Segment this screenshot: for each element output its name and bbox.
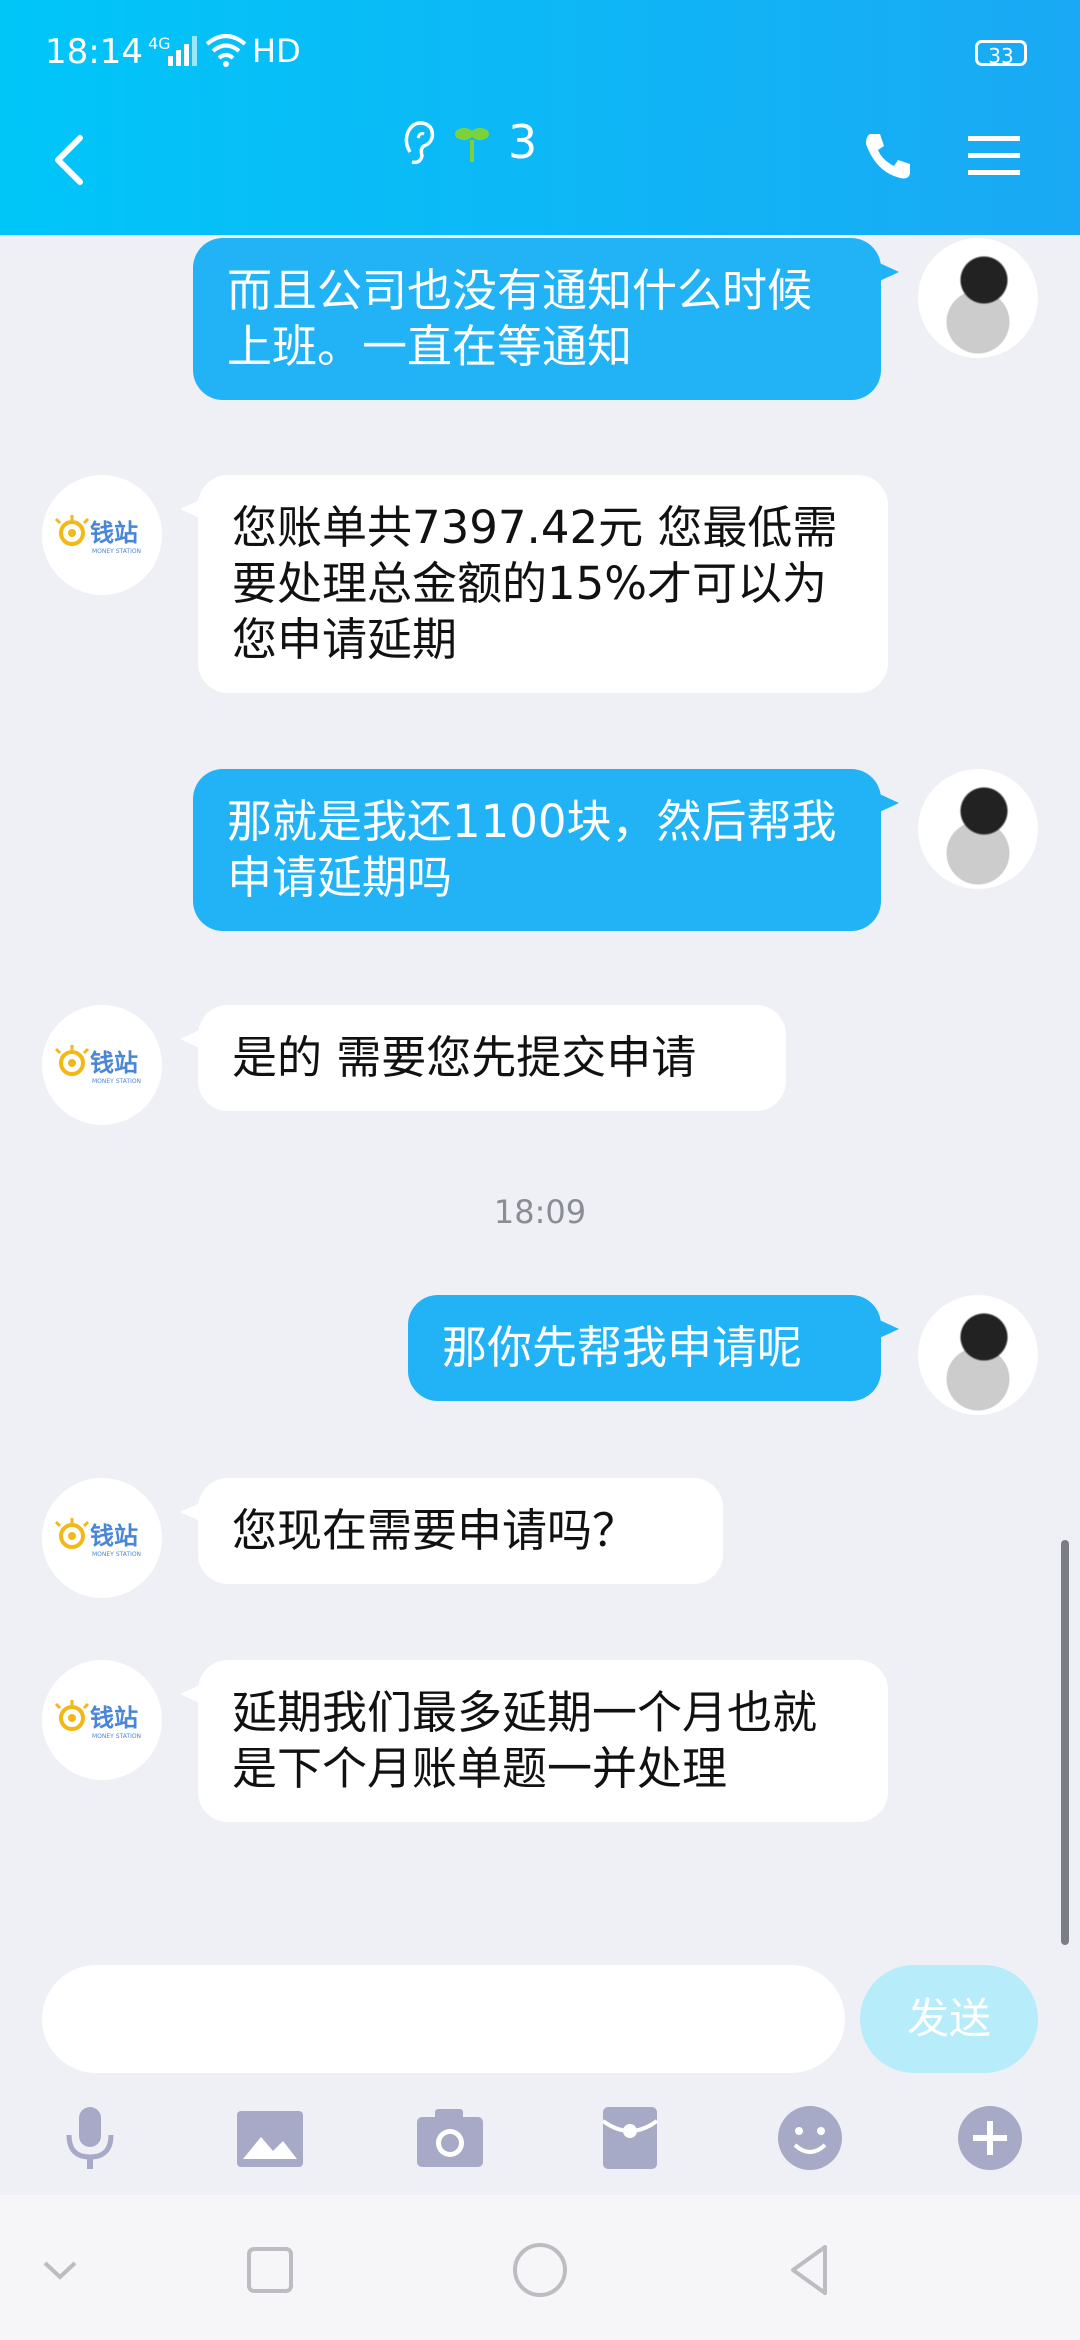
money-station-logo-icon: 钱站 MONEY STATION: [42, 1660, 162, 1780]
red-packet-icon[interactable]: [595, 2103, 665, 2173]
brand-logo-text: 钱站: [90, 1049, 138, 1077]
my-avatar[interactable]: [918, 769, 1038, 889]
camera-icon[interactable]: [415, 2103, 485, 2173]
menu-icon[interactable]: [966, 128, 1022, 184]
message-list[interactable]: 而且公司也没有通知什么时候上班。一直在等通知 钱站 MONEY STATION …: [0, 235, 1080, 1965]
title-count: 3: [508, 115, 538, 169]
wifi-icon: [205, 34, 247, 67]
back-icon[interactable]: [40, 120, 100, 200]
hd-label: HD: [252, 32, 301, 70]
message-bubble-sent[interactable]: 那就是我还1100块，然后帮我申请延期吗: [193, 769, 899, 931]
signal-icon: [168, 36, 197, 66]
scrollbar[interactable]: [1061, 1540, 1069, 1945]
brand-logo-subtext: MONEY STATION: [92, 1551, 141, 1558]
brand-logo-subtext: MONEY STATION: [92, 1733, 141, 1740]
message-bubble-received[interactable]: 您账单共7397.42元 您最低需要处理总金额的15%才可以为您申请延期: [180, 475, 888, 693]
contact-avatar[interactable]: 钱站 MONEY STATION: [42, 475, 162, 595]
message-bubble-received[interactable]: 您现在需要申请吗？: [180, 1478, 723, 1584]
money-station-logo-icon: 钱站 MONEY STATION: [42, 475, 162, 595]
message-input[interactable]: [42, 1965, 845, 2073]
sprout-icon: [455, 128, 489, 162]
input-area: 发送: [0, 1965, 1080, 2195]
square-icon[interactable]: [235, 2235, 305, 2305]
brand-logo-text: 钱站: [90, 1704, 138, 1732]
message-bubble-sent[interactable]: 而且公司也没有通知什么时候上班。一直在等通知: [193, 238, 899, 400]
contact-avatar[interactable]: 钱站 MONEY STATION: [42, 1660, 162, 1780]
down-chevron-icon[interactable]: [25, 2235, 95, 2305]
money-station-logo-icon: 钱站 MONEY STATION: [42, 1005, 162, 1125]
ear-icon: [404, 121, 435, 165]
brand-logo-text: 钱站: [90, 519, 138, 547]
money-station-logo-icon: 钱站 MONEY STATION: [42, 1478, 162, 1598]
contact-avatar[interactable]: 钱站 MONEY STATION: [42, 1005, 162, 1125]
message-bubble-received[interactable]: 是的 需要您先提交申请: [180, 1005, 786, 1111]
message-timestamp: 18:09: [493, 1193, 587, 1231]
message-bubble-received[interactable]: 延期我们最多延期一个月也就是下个月账单题一并处理: [180, 1660, 888, 1822]
plus-icon[interactable]: [955, 2103, 1025, 2173]
chat-title: 3: [400, 112, 537, 172]
emoji-icon[interactable]: [775, 2103, 845, 2173]
my-avatar[interactable]: [918, 1295, 1038, 1415]
image-icon[interactable]: [235, 2103, 305, 2173]
contact-avatar[interactable]: 钱站 MONEY STATION: [42, 1478, 162, 1598]
message-bubble-sent[interactable]: 那你先帮我申请呢: [408, 1295, 899, 1401]
header: 18:14 4G HD 33 3: [0, 0, 1080, 235]
brand-logo-text: 钱站: [90, 1522, 138, 1550]
brand-logo-subtext: MONEY STATION: [92, 548, 141, 555]
mic-icon[interactable]: [55, 2103, 125, 2173]
send-button[interactable]: 发送: [860, 1965, 1038, 2073]
status-time: 18:14: [45, 32, 143, 72]
back-triangle-icon[interactable]: [775, 2235, 845, 2305]
system-navbar: [0, 2195, 1080, 2340]
phone-icon[interactable]: [860, 128, 916, 184]
my-avatar[interactable]: [918, 238, 1038, 358]
circle-icon[interactable]: [505, 2235, 575, 2305]
brand-logo-subtext: MONEY STATION: [92, 1078, 141, 1085]
battery-icon: 33: [975, 40, 1027, 68]
